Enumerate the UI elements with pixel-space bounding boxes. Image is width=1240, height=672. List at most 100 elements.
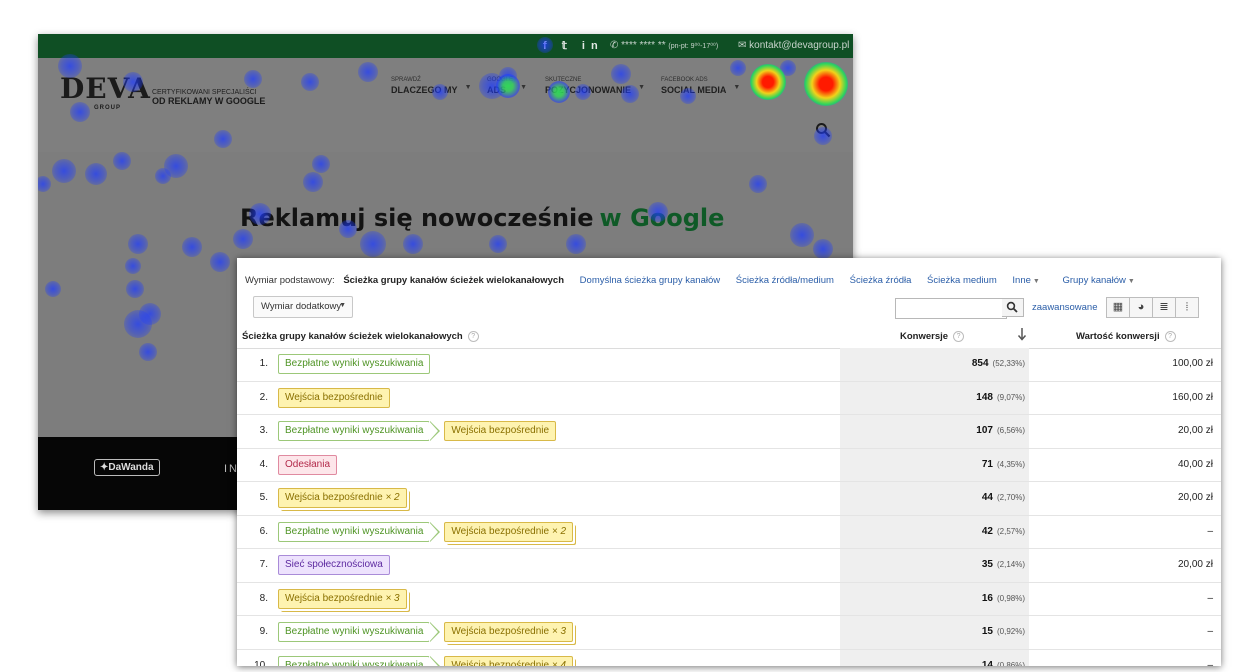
channel-chip: Wejścia bezpośrednie [278,387,390,408]
primary-dimension-label: Wymiar podstawowy: [245,275,335,286]
advanced-filter-link[interactable]: zaawansowane [1032,302,1098,313]
caret-down-icon: ▼ [339,302,346,309]
heatmap-spot [489,235,507,253]
table-row[interactable]: 3. Bezpłatne wyniki wyszukiwania Wejścia b… [237,415,1221,449]
social-icons[interactable]: f 𝕥 in [543,39,604,52]
primary-dimension-link[interactable]: Ścieżka źródła [850,275,912,286]
table-row[interactable]: 6. Bezpłatne wyniki wyszukiwania Wejścia b… [237,515,1221,549]
table-body: 1. Bezpłatne wyniki wyszukiwania 854 (52,33… [237,348,1221,666]
channel-chip: Wejścia bezpośrednie [444,421,557,441]
column-header-value[interactable]: Wartość konwersji? [1076,331,1176,342]
heatmap-spot [45,281,61,297]
table-row[interactable]: 5. Wejścia bezpośrednie × 2 44 (2,70%) 20,00… [237,482,1221,516]
conversions-cell: 107 (6,56%) [976,425,1025,436]
channel-path: Bezpłatne wyniki wyszukiwania Wejścia bez… [278,421,557,441]
table-row[interactable]: 8. Wejścia bezpośrednie × 3 16 (0,98%) – [237,582,1221,616]
row-index: 8. [259,592,268,604]
conversions-cell: 14 (0,86%) [981,659,1025,667]
row-index: 9. [259,626,268,637]
channel-chip: Wejścia bezpośrednie × 2 [444,521,574,542]
conversion-value-cell: 20,00 zł [1177,492,1213,503]
heatmap-spot [155,168,171,184]
heatmap-spot [813,239,833,259]
chevron-down-icon: ▼ [464,84,472,91]
channel-chip: Bezpłatne wyniki wyszukiwania [278,521,441,542]
channel-chip: Wejścia bezpośrednie × 3 [444,622,574,642]
table-row[interactable]: 1. Bezpłatne wyniki wyszukiwania 854 (52,33… [237,348,1221,382]
row-index: 1. [259,358,268,369]
heatmap-spot [233,229,253,249]
table-row[interactable]: 9. Bezpłatne wyniki wyszukiwania Wejścia b… [237,616,1221,650]
conversion-value-cell: – [1207,626,1213,637]
channel-chip: Wejścia bezpośrednie × 3 [278,588,407,609]
comparison-view-icon[interactable]: ⦙ [1175,297,1199,318]
repeat-multiplier: × 2 [551,525,567,537]
conversions-cell: 854 (52,33%) [971,358,1025,369]
conversion-value-cell: – [1207,659,1213,667]
channel-chip: Bezpłatne wyniki wyszukiwania [278,622,441,642]
heatmap-spot [790,223,814,247]
channel-chip: Bezpłatne wyniki wyszukiwania [278,421,441,441]
contact-phone[interactable]: ✆ **** **** ** (pn-pt: 9⁰⁰-17⁰⁰) [610,40,718,51]
heatmap-spot [210,252,230,272]
help-icon: ? [1164,331,1176,342]
search-icon [1006,301,1018,313]
contact-email[interactable]: ✉ kontakt@devagroup.pl [738,40,849,51]
search-icon[interactable] [815,122,831,138]
sort-descending-icon[interactable] [1017,327,1027,341]
channel-chip: Bezpłatne wyniki wyszukiwania [278,655,441,666]
primary-dimension-link[interactable]: Ścieżka źródła/medium [736,275,834,286]
secondary-dimension-button[interactable]: Wymiar dodatkowy ▼ [253,296,353,318]
pie-view-icon[interactable]: ◕ [1129,297,1153,318]
primary-dimension-current: Ścieżka grupy kanałów ścieżek wielokanał… [343,275,565,286]
heatmap-spot [164,154,188,178]
channel-chip: Wejścia bezpośrednie × 4 [444,655,574,666]
channel-groups-dropdown[interactable]: Grupy kanałów ▼ [1062,275,1134,286]
channel-path: Bezpłatne wyniki wyszukiwania Wejścia bez… [278,521,574,542]
site-logo[interactable]: DEVA GROUP CERTYFIKOWANI SPECJALIŚCI OD … [60,72,265,111]
nav-item-pozycjonowanie[interactable]: SKUTECZNE POZYCJONOWANIE ▼ [545,75,645,95]
performance-view-icon[interactable]: ≣ [1152,297,1176,318]
conversion-value-cell: 100,00 zł [1172,358,1213,369]
table-row[interactable]: 2. Wejścia bezpośrednie 148 (9,07%) 160,00 z… [237,381,1221,415]
heatmap-spot [182,237,202,257]
channel-chip: Sieć społecznościowa [278,555,390,575]
conversions-cell: 15 (0,92%) [981,626,1025,637]
channel-chip: Wejścia bezpośrednie × 2 [278,488,407,508]
chevron-down-icon: ▼ [733,84,741,91]
column-header-path[interactable]: Ścieżka grupy kanałów ścieżek wielokanał… [242,331,479,342]
table-row[interactable]: 7. Sieć społecznościowa 35 (2,14%) 20,00 zł [237,549,1221,583]
table-row[interactable]: 10. Bezpłatne wyniki wyszukiwania Wejścia … [237,649,1221,667]
heatmap-spot [125,258,141,274]
heatmap-spot [128,234,148,254]
logo-tagline: CERTYFIKOWANI SPECJALIŚCI OD REKLAMY W G… [152,89,266,106]
heatmap-spot [139,303,161,325]
nav-item-social-media[interactable]: FACEBOOK ADS SOCIAL MEDIA ▼ [661,75,740,95]
heatmap-spot [403,234,423,254]
heatmap-spot [113,152,131,170]
conversions-cell: 71 (4,35%) [981,458,1025,470]
table-row[interactable]: 4. Odesłania 71 (4,35%) 40,00 zł [237,448,1221,482]
analytics-top-paths-report: Wymiar podstawowy: Ścieżka grupy kanałów… [237,258,1221,666]
repeat-multiplier: × 2 [385,492,400,503]
channel-path: Bezpłatne wyniki wyszukiwania [278,354,431,374]
grid-view-icon[interactable]: ▦ [1106,297,1130,318]
search-button[interactable] [1002,298,1024,317]
help-icon: ? [953,331,965,342]
conversion-value-cell: – [1207,525,1213,537]
view-switcher: ▦ ◕ ≣ ⦙ [1106,297,1199,318]
column-header-conversions[interactable]: Konwersje? [900,331,965,342]
conversions-cell: 44 (2,70%) [981,492,1025,503]
logo-mark: DEVA [60,72,151,105]
chevron-down-icon: ▼ [520,84,528,91]
heatmap-spot [38,176,51,192]
chevron-down-icon: ▼ [1127,278,1135,285]
primary-dimension-link[interactable]: Ścieżka medium [927,275,997,286]
nav-item-dlaczego-my[interactable]: SPRAWDŹ DLACZEGO MY ▼ [391,75,472,95]
other-dimensions-dropdown[interactable]: Inne ▼ [1012,275,1039,286]
nav-item-google-ads[interactable]: GOOGLE ADS ▼ [487,75,527,95]
table-search-input[interactable] [895,298,1007,319]
channel-chip: Odesłania [278,454,338,475]
primary-dimension-link[interactable]: Domyślna ścieżka grupy kanałów [580,275,720,286]
heatmap-spot [303,172,323,192]
